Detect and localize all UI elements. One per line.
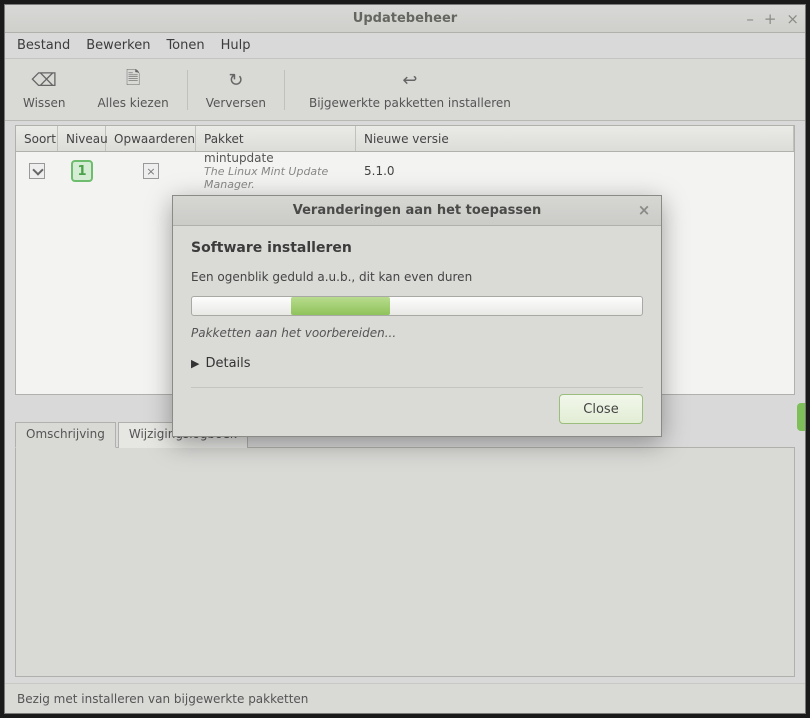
chevron-right-icon: ▶ (191, 357, 199, 370)
side-indicator (797, 403, 805, 431)
cell-level: 1 (58, 160, 106, 182)
toolbar-separator (284, 70, 285, 110)
install-label: Bijgewerkte pakketten installeren (309, 96, 511, 110)
package-description: The Linux Mint Update Manager. (204, 165, 348, 191)
toolbar: ⌫ Wissen 🗎 Alles kiezen ↻ Verversen ↩ Bi… (5, 59, 805, 121)
dialog-heading: Software installeren (191, 240, 643, 256)
package-name: mintupdate (204, 152, 348, 165)
menubar: Bestand Bewerken Tonen Hulp (5, 33, 805, 59)
upgrade-checkbox[interactable]: × (143, 163, 159, 179)
select-all-icon: 🗎 (126, 70, 140, 92)
minimize-button[interactable]: – (746, 10, 754, 28)
table-header: Soort Niveau Opwaarderen Pakket Nieuwe v… (16, 126, 794, 152)
details-label: Details (205, 356, 250, 371)
applying-changes-dialog: Veranderingen aan het toepassen × Softwa… (172, 195, 662, 437)
dialog-title: Veranderingen aan het toepassen (293, 203, 541, 218)
window-controls: – + × (746, 5, 799, 33)
progress-status: Pakketten aan het voorbereiden... (191, 326, 643, 340)
clear-label: Wissen (23, 96, 65, 110)
refresh-button[interactable]: ↻ Verversen (190, 62, 282, 118)
dialog-buttons: Close (191, 387, 643, 424)
col-level[interactable]: Niveau (58, 126, 106, 151)
status-text: Bezig met installeren van bijgewerkte pa… (17, 692, 308, 706)
col-upgrade[interactable]: Opwaarderen (106, 126, 196, 151)
cell-type (16, 163, 58, 179)
select-all-label: Alles kiezen (97, 96, 168, 110)
table-row[interactable]: 1 × mintupdate The Linux Mint Update Man… (16, 152, 794, 190)
toolbar-separator (187, 70, 188, 110)
refresh-icon: ↻ (228, 70, 243, 92)
close-button[interactable]: × (786, 10, 799, 28)
maximize-button[interactable]: + (764, 10, 777, 28)
col-package[interactable]: Pakket (196, 126, 356, 151)
col-type[interactable]: Soort (16, 126, 58, 151)
package-type-icon (29, 163, 45, 179)
level-badge: 1 (71, 160, 93, 182)
install-updates-button[interactable]: ↩ Bijgewerkte pakketten installeren (287, 62, 533, 118)
close-button[interactable]: Close (559, 394, 643, 424)
app-window: Updatebeheer – + × Bestand Bewerken Tone… (4, 4, 806, 714)
clear-icon: ⌫ (31, 70, 56, 92)
details-expander[interactable]: ▶ Details (191, 356, 643, 371)
window-title: Updatebeheer (353, 11, 457, 26)
tab-content (15, 447, 795, 677)
col-version[interactable]: Nieuwe versie (356, 126, 794, 151)
titlebar: Updatebeheer – + × (5, 5, 805, 33)
install-icon: ↩ (402, 70, 417, 92)
cell-package: mintupdate The Linux Mint Update Manager… (196, 152, 356, 191)
menu-file[interactable]: Bestand (11, 36, 76, 55)
menu-view[interactable]: Tonen (160, 36, 210, 55)
dialog-close-button[interactable]: × (635, 201, 653, 219)
dialog-titlebar: Veranderingen aan het toepassen × (173, 196, 661, 226)
progress-bar (191, 296, 643, 316)
dialog-body: Software installeren Een ogenblik geduld… (173, 226, 661, 436)
details-pane: Omschrijving Wijzigingslogboek (15, 421, 795, 677)
refresh-label: Verversen (206, 96, 266, 110)
menu-help[interactable]: Hulp (215, 36, 257, 55)
cell-upgrade: × (106, 163, 196, 179)
tab-description[interactable]: Omschrijving (15, 422, 116, 448)
dialog-message: Een ogenblik geduld a.u.b., dit kan even… (191, 270, 643, 284)
cell-version: 5.1.0 (356, 164, 794, 178)
menu-edit[interactable]: Bewerken (80, 36, 156, 55)
progress-chunk (291, 297, 390, 315)
statusbar: Bezig met installeren van bijgewerkte pa… (5, 683, 805, 713)
select-all-button[interactable]: 🗎 Alles kiezen (81, 62, 184, 118)
clear-button[interactable]: ⌫ Wissen (7, 62, 81, 118)
